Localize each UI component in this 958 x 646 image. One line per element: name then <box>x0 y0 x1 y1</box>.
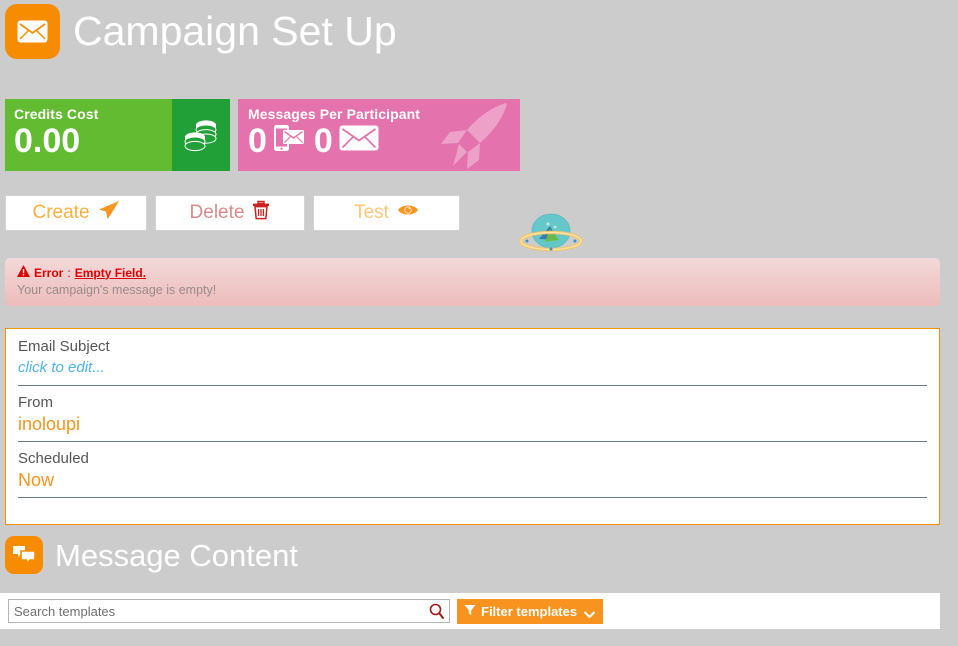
error-detail: Empty Field. <box>74 265 147 280</box>
trash-icon <box>252 200 270 226</box>
eye-icon <box>397 202 419 224</box>
sms-metric: 0 <box>248 123 305 158</box>
email-count: 0 <box>313 121 333 160</box>
field-label: From <box>18 394 53 411</box>
envelope-icon <box>5 4 60 59</box>
stat-cards: Credits Cost 0.00 Messages Per Participa… <box>5 99 520 171</box>
search-input[interactable] <box>9 600 449 622</box>
messages-per-participant-label: Messages Per Participant <box>248 106 421 122</box>
error-alert: Error: Empty Field. Your campaign's mess… <box>5 258 940 306</box>
magnifier-icon[interactable] <box>429 603 444 624</box>
envelope-icon <box>339 124 379 157</box>
test-button-label: Test <box>354 202 389 223</box>
credits-cost-value: 0.00 <box>14 122 81 160</box>
error-separator: : <box>67 265 71 280</box>
template-search-bar: Filter templates <box>0 593 940 629</box>
credits-cost-label: Credits Cost <box>14 106 99 122</box>
field-value[interactable]: click to edit... <box>18 356 927 380</box>
field-value[interactable]: Now <box>18 468 927 492</box>
field-label: Email Subject <box>18 338 110 355</box>
email-metric: 0 <box>314 124 379 158</box>
error-alert-title: Error: Empty Field. <box>17 265 940 280</box>
field-from[interactable]: From inoloupi <box>18 393 927 442</box>
sms-count: 0 <box>248 121 267 160</box>
campaign-setup-page: Campaign Set Up Credits Cost 0.00 Messag… <box>0 0 958 646</box>
message-content-header: Message Content <box>5 536 298 574</box>
messages-per-participant-card: Messages Per Participant 0 0 <box>238 99 520 171</box>
page-title: Campaign Set Up <box>73 8 397 54</box>
field-email-subject[interactable]: Email Subject click to edit... <box>18 337 927 386</box>
mobile-message-icon <box>273 123 305 158</box>
filter-templates-button[interactable]: Filter templates <box>457 598 604 624</box>
ufo-planet-icon <box>519 211 583 255</box>
chevron-down-icon <box>584 607 596 622</box>
message-content-title: Message Content <box>55 537 298 573</box>
coins-icon <box>172 99 230 171</box>
funnel-icon <box>464 604 476 619</box>
paper-plane-icon <box>98 200 120 226</box>
page-header: Campaign Set Up <box>5 4 397 59</box>
create-button-label: Create <box>32 202 90 223</box>
delete-button[interactable]: Delete <box>155 195 305 231</box>
credits-cost-card: Credits Cost 0.00 <box>5 99 230 171</box>
campaign-details-panel: Email Subject click to edit... From inol… <box>5 328 940 525</box>
warning-triangle-icon <box>17 265 30 280</box>
search-input-wrapper[interactable] <box>8 599 450 623</box>
rocket-icon <box>434 101 514 171</box>
error-alert-message: Your campaign's message is empty! <box>17 283 217 297</box>
test-button[interactable]: Test <box>313 195 460 231</box>
field-label: Scheduled <box>18 450 89 467</box>
filter-templates-label: Filter templates <box>481 603 578 619</box>
chat-bubbles-icon <box>5 536 43 574</box>
field-value[interactable]: inoloupi <box>18 412 927 436</box>
field-scheduled[interactable]: Scheduled Now <box>18 449 927 498</box>
action-buttons: Create Delete Test <box>5 195 460 231</box>
delete-button-label: Delete <box>189 202 245 223</box>
create-button[interactable]: Create <box>5 195 147 231</box>
error-label: Error <box>34 265 64 280</box>
